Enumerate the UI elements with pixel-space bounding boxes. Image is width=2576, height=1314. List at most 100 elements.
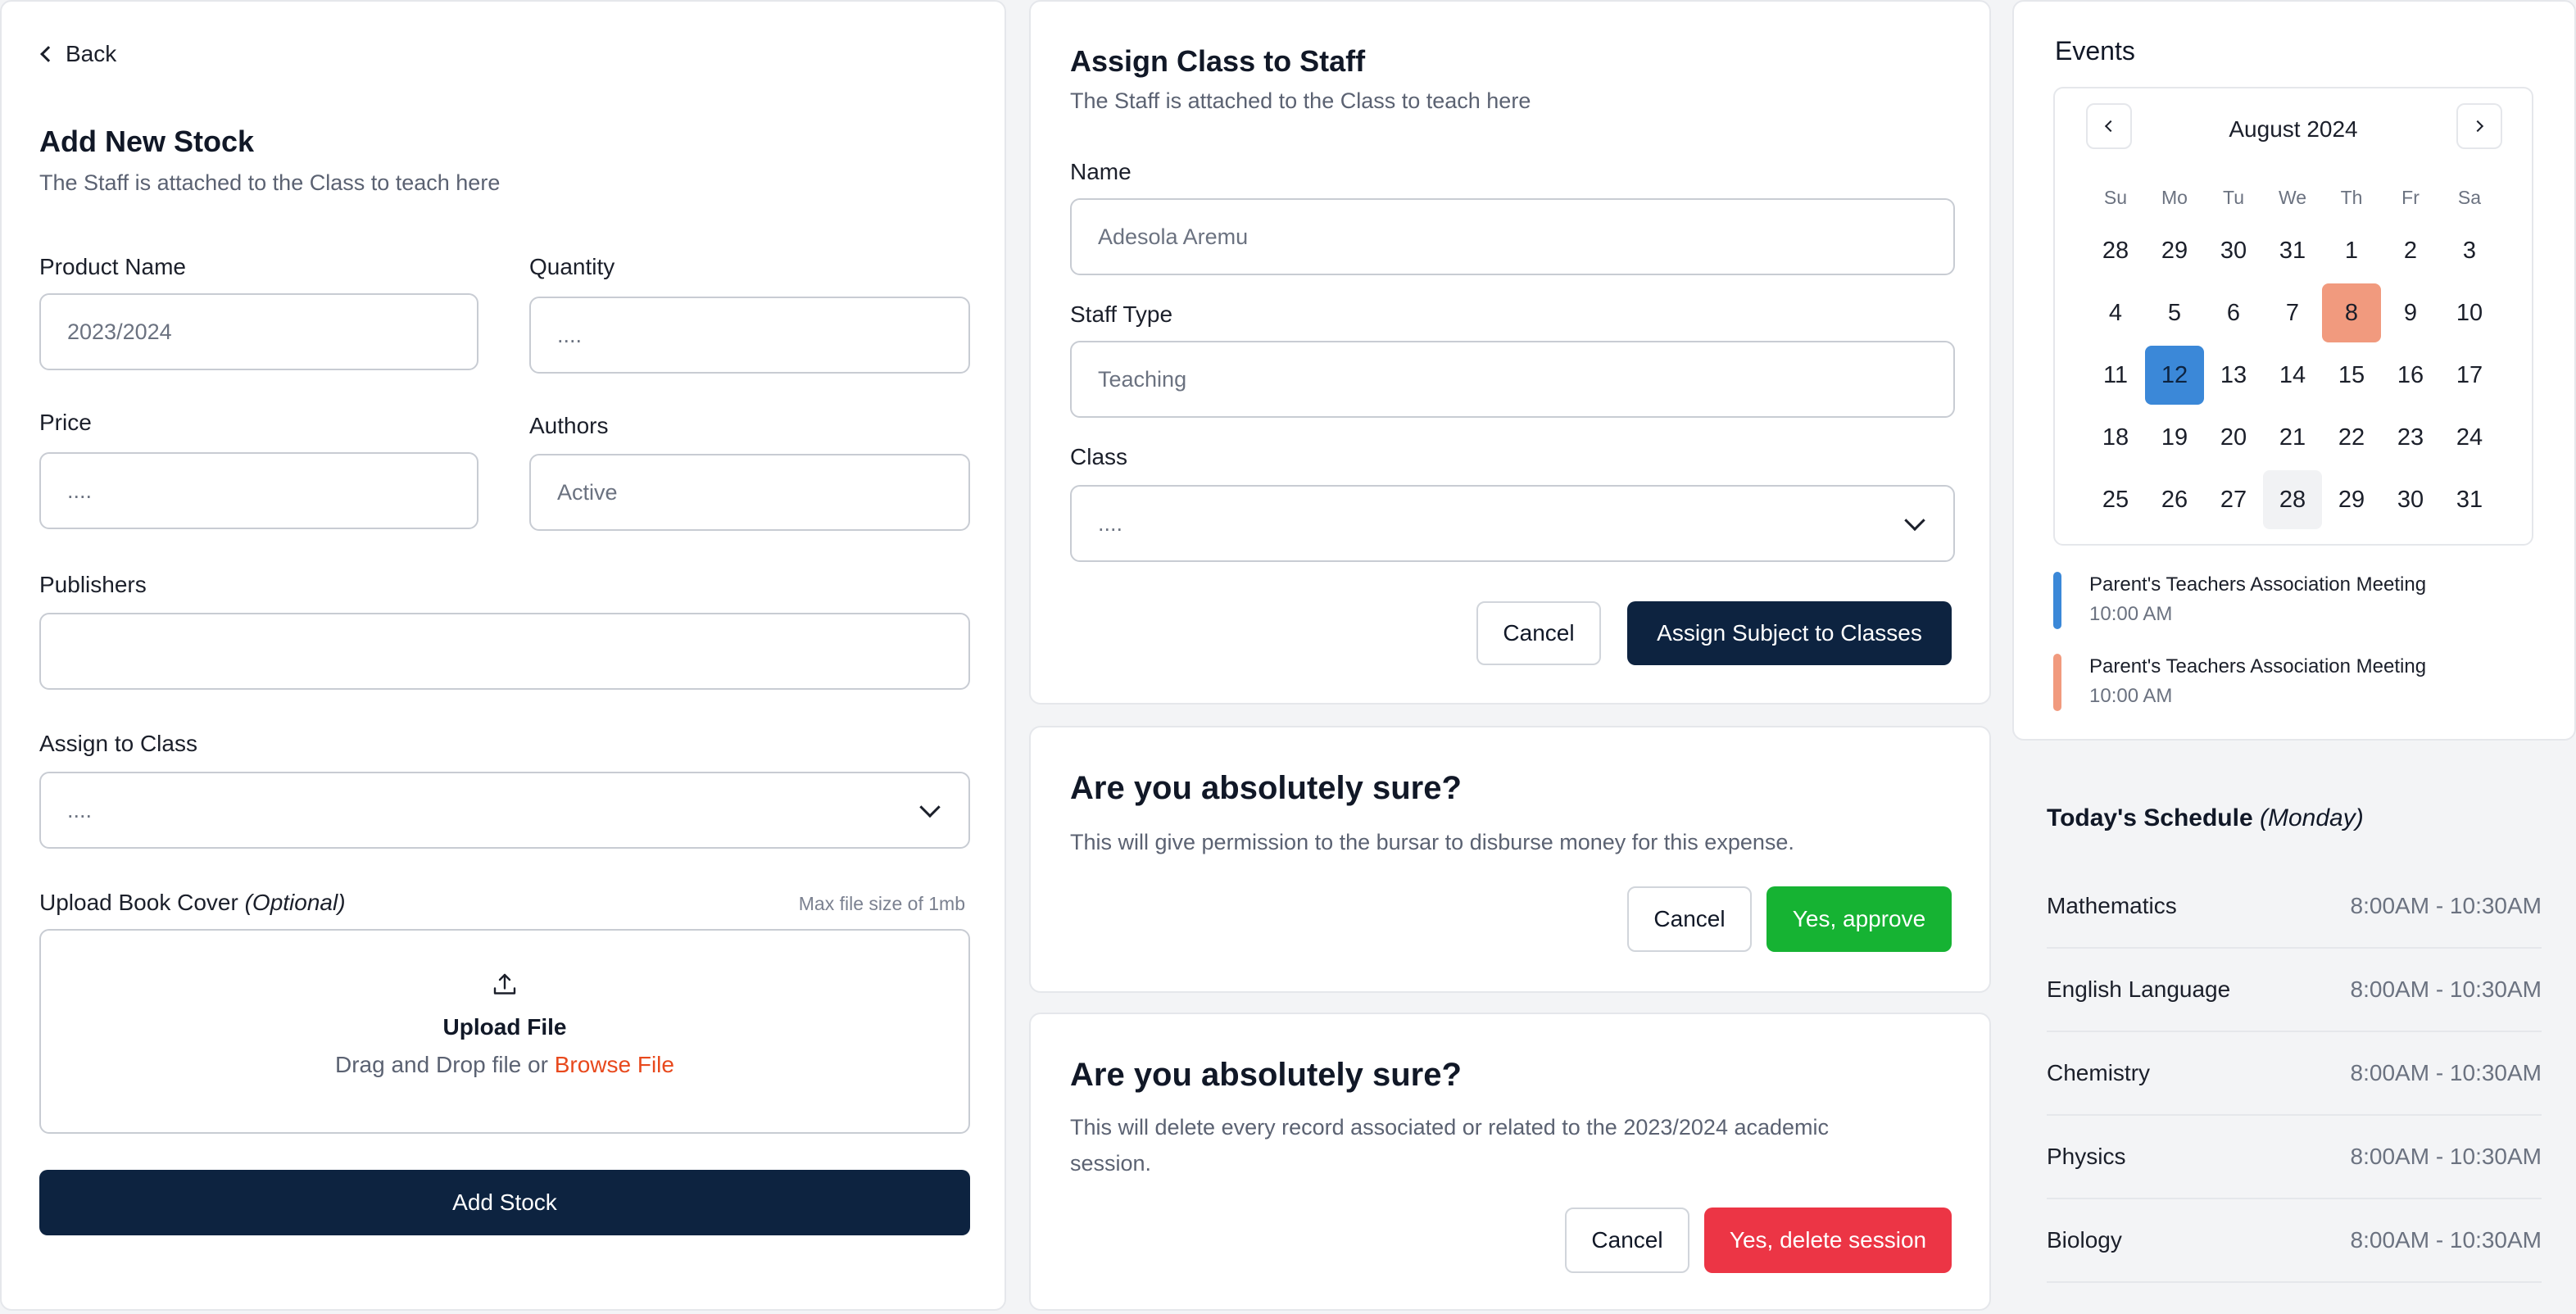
upload-icon xyxy=(490,970,519,1004)
page-title: Add New Stock xyxy=(39,125,255,158)
schedule-time: 8:00AM - 10:30AM xyxy=(2350,1060,2542,1085)
assign-class-label: Assign to Class xyxy=(39,731,197,756)
confirm-delete-title: Are you absolutely sure? xyxy=(1070,1057,1462,1093)
chevron-down-icon xyxy=(919,796,941,818)
schedule-title: Today's Schedule (Monday) xyxy=(2047,804,2364,831)
authors-input[interactable]: Active xyxy=(529,454,970,531)
calendar-day[interactable]: 31 xyxy=(2440,470,2499,529)
schedule-subject: English Language xyxy=(2047,976,2231,1002)
calendar-day[interactable]: 24 xyxy=(2440,408,2499,467)
upload-label: Upload Book Cover (Optional) xyxy=(39,890,346,915)
quantity-value: .... xyxy=(557,322,583,347)
schedule-subject: Biology xyxy=(2047,1227,2122,1253)
assign-subject-button[interactable]: Assign Subject to Classes xyxy=(1627,601,1952,665)
price-input[interactable]: .... xyxy=(39,452,478,529)
event-title[interactable]: Parent's Teachers Association Meeting xyxy=(2089,573,2426,596)
weekday-header: Sa xyxy=(2457,187,2482,208)
schedule-subject: Chemistry xyxy=(2047,1060,2151,1085)
calendar-day[interactable]: 3 xyxy=(2440,221,2499,280)
assign-cancel-button[interactable]: Cancel xyxy=(1476,601,1601,665)
calendar-day[interactable]: 11 xyxy=(2086,346,2145,405)
event-title[interactable]: Parent's Teachers Association Meeting xyxy=(2089,655,2426,678)
calendar-day[interactable]: 7 xyxy=(2263,283,2322,342)
calendar-day[interactable]: 29 xyxy=(2322,470,2381,529)
calendar-day[interactable]: 26 xyxy=(2145,470,2204,529)
calendar-day[interactable]: 23 xyxy=(2381,408,2440,467)
staff-type-input[interactable]: Teaching xyxy=(1070,341,1955,418)
price-value: .... xyxy=(67,478,93,503)
calendar-day[interactable]: 18 xyxy=(2086,408,2145,467)
calendar-day[interactable]: 30 xyxy=(2381,470,2440,529)
staff-type-label: Staff Type xyxy=(1070,301,1173,327)
calendar-day[interactable]: 6 xyxy=(2204,283,2263,342)
add-stock-button[interactable]: Add Stock xyxy=(39,1170,970,1235)
back-link[interactable]: Back xyxy=(39,41,116,67)
calendar-day[interactable]: 4 xyxy=(2086,283,2145,342)
confirm-approve-text: This will give permission to the bursar … xyxy=(1070,830,1794,854)
name-input[interactable]: Adesola Aremu xyxy=(1070,198,1955,275)
confirm-delete-card: Are you absolutely sure? This will delet… xyxy=(1029,1013,1991,1311)
calendar-day-hover[interactable]: 28 xyxy=(2263,470,2322,529)
calendar-day[interactable]: 25 xyxy=(2086,470,2145,529)
yes-delete-session-button[interactable]: Yes, delete session xyxy=(1704,1208,1952,1273)
schedule-time: 8:00AM - 10:30AM xyxy=(2350,1227,2542,1253)
class-value: .... xyxy=(1098,510,1123,536)
browse-file-link[interactable]: Browse File xyxy=(555,1052,674,1077)
publishers-label: Publishers xyxy=(39,572,147,597)
event-color-bar xyxy=(2053,572,2061,629)
quantity-input[interactable]: .... xyxy=(529,297,970,374)
calendar-day[interactable]: 10 xyxy=(2440,283,2499,342)
calendar-day[interactable]: 27 xyxy=(2204,470,2263,529)
weekday-header: Fr xyxy=(2401,187,2420,208)
price-label: Price xyxy=(39,410,92,435)
assign-subtitle: The Staff is attached to the Class to te… xyxy=(1070,88,1531,113)
yes-approve-button[interactable]: Yes, approve xyxy=(1766,886,1952,952)
class-label: Class xyxy=(1070,444,1128,469)
publishers-input[interactable] xyxy=(39,613,970,690)
product-name-input[interactable]: 2023/2024 xyxy=(39,293,478,370)
calendar-day[interactable]: 14 xyxy=(2263,346,2322,405)
staff-type-value: Teaching xyxy=(1098,366,1187,392)
calendar-day[interactable]: 20 xyxy=(2204,408,2263,467)
schedule-subject: Physics xyxy=(2047,1144,2126,1169)
calendar-day-selected[interactable]: 12 xyxy=(2145,346,2204,405)
calendar-day[interactable]: 17 xyxy=(2440,346,2499,405)
schedule-subject: Mathematics xyxy=(2047,893,2177,918)
quantity-label: Quantity xyxy=(529,254,615,279)
add-stock-card: Back Add New Stock The Staff is attached… xyxy=(0,0,1006,1311)
calendar-day[interactable]: 29 xyxy=(2145,221,2204,280)
calendar-next-button[interactable] xyxy=(2456,103,2502,149)
weekday-header: Su xyxy=(2103,187,2128,208)
calendar-day[interactable]: 15 xyxy=(2322,346,2381,405)
weekday-header: Mo xyxy=(2161,187,2188,208)
confirm-approve-title: Are you absolutely sure? xyxy=(1070,770,1462,806)
schedule-row: Chemistry 8:00AM - 10:30AM xyxy=(2047,1032,2542,1116)
confirm-approve-card: Are you absolutely sure? This will give … xyxy=(1029,726,1991,993)
calendar-day-event[interactable]: 8 xyxy=(2322,283,2381,342)
calendar-day[interactable]: 5 xyxy=(2145,283,2204,342)
calendar-day[interactable]: 22 xyxy=(2322,408,2381,467)
calendar-day[interactable]: 16 xyxy=(2381,346,2440,405)
authors-value: Active xyxy=(557,479,618,505)
schedule-time: 8:00AM - 10:30AM xyxy=(2350,893,2542,918)
calendar-day[interactable]: 19 xyxy=(2145,408,2204,467)
calendar-day[interactable]: 21 xyxy=(2263,408,2322,467)
class-select[interactable]: .... xyxy=(1070,485,1955,562)
name-value: Adesola Aremu xyxy=(1098,224,1249,249)
upload-dropzone[interactable]: Upload File Drag and Drop file or Browse… xyxy=(39,929,970,1134)
calendar-day[interactable]: 1 xyxy=(2322,221,2381,280)
approve-cancel-button[interactable]: Cancel xyxy=(1627,886,1752,952)
calendar-day[interactable]: 28 xyxy=(2086,221,2145,280)
delete-cancel-button[interactable]: Cancel xyxy=(1565,1208,1689,1273)
calendar-day[interactable]: 9 xyxy=(2381,283,2440,342)
calendar-day[interactable]: 30 xyxy=(2204,221,2263,280)
chevron-right-icon xyxy=(2471,120,2484,133)
schedule-time: 8:00AM - 10:30AM xyxy=(2350,976,2542,1002)
weekday-header: Tu xyxy=(2223,187,2244,208)
calendar-day[interactable]: 13 xyxy=(2204,346,2263,405)
calendar-day[interactable]: 31 xyxy=(2263,221,2322,280)
calendar-day[interactable]: 2 xyxy=(2381,221,2440,280)
weekday-header: We xyxy=(2278,187,2307,208)
assign-class-select[interactable]: .... xyxy=(39,772,970,849)
assign-title: Assign Class to Staff xyxy=(1070,44,1366,78)
